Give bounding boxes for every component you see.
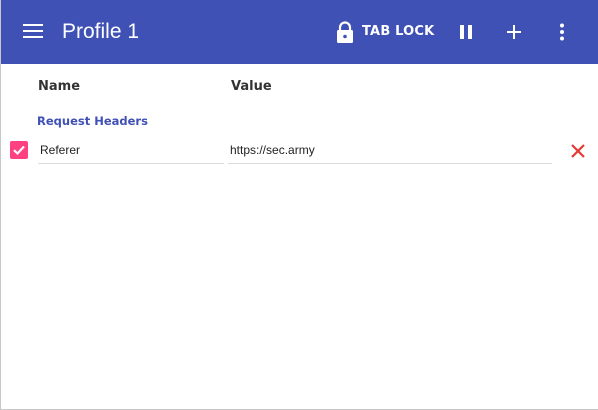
- more-vertical-icon: [560, 23, 564, 41]
- app-window: Profile 1 TAB LOCK Name Value Request He…: [0, 0, 598, 410]
- request-headers-section-label: Request Headers: [37, 114, 148, 128]
- add-button[interactable]: [496, 14, 532, 50]
- tab-lock-label: TAB LOCK: [362, 24, 435, 39]
- pause-icon: [460, 25, 472, 39]
- close-icon: [571, 144, 585, 158]
- profile-title: Profile 1: [62, 20, 140, 43]
- header-value-input[interactable]: [228, 140, 552, 164]
- tab-lock-button[interactable]: TAB LOCK: [331, 14, 435, 50]
- pause-button[interactable]: [448, 14, 484, 50]
- plus-icon: [507, 25, 521, 39]
- app-bar: Profile 1 TAB LOCK: [1, 0, 598, 64]
- header-enabled-checkbox[interactable]: [10, 141, 28, 159]
- lock-icon: [337, 21, 353, 43]
- value-column-header: Value: [231, 79, 272, 94]
- name-column-header: Name: [38, 79, 81, 94]
- delete-header-button[interactable]: [564, 137, 592, 165]
- hamburger-menu-icon: [23, 24, 43, 38]
- more-options-button[interactable]: [544, 14, 580, 50]
- check-icon: [13, 145, 25, 156]
- menu-button[interactable]: [13, 12, 53, 52]
- header-name-input[interactable]: [38, 140, 224, 164]
